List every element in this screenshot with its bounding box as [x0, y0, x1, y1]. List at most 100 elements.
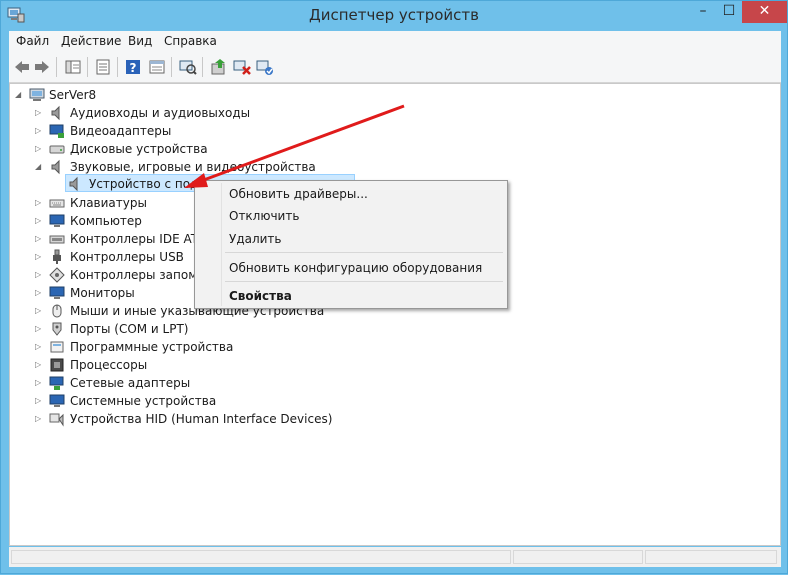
tree-category-label: Клавиатуры — [70, 196, 147, 210]
expand-arrow-icon[interactable]: ▷ — [35, 215, 45, 227]
tree-category-label: Контроллеры запоми — [70, 268, 206, 282]
status-cell — [645, 550, 777, 564]
processor-icon — [50, 358, 64, 372]
tree-category-network-adapters[interactable]: ▷ Сетевые адаптеры — [35, 374, 335, 392]
menu-view[interactable]: Вид — [128, 34, 152, 48]
context-menu: Обновить драйверы... Отключить Удалить О… — [194, 180, 508, 309]
hid-icon — [49, 413, 64, 427]
expand-arrow-icon[interactable]: ▷ — [35, 143, 45, 155]
status-bar — [9, 547, 781, 567]
expand-arrow-icon[interactable]: ▷ — [35, 413, 45, 425]
tree-category-label: Процессоры — [70, 358, 148, 372]
menu-action[interactable]: Действие — [61, 34, 121, 48]
tree-category-label: Аудиовходы и аудиовыходы — [70, 106, 251, 120]
properties-icon[interactable] — [94, 58, 112, 76]
expand-arrow-icon[interactable]: ▷ — [35, 305, 45, 317]
speaker-icon — [51, 105, 60, 121]
expand-arrow-icon[interactable]: ▷ — [35, 251, 45, 263]
tree-category-system-devices[interactable]: ▷ Системные устройства — [35, 392, 335, 410]
toolbar-separator — [117, 57, 118, 77]
back-arrow-icon[interactable] — [13, 58, 31, 76]
expand-arrow-icon[interactable]: ▷ — [35, 341, 45, 353]
expand-arrow-icon[interactable]: ▷ — [35, 359, 45, 371]
menu-file[interactable]: Файл — [16, 34, 49, 48]
toolbar-separator — [56, 57, 57, 77]
expand-arrow-icon[interactable]: ▷ — [35, 377, 45, 389]
tree-category-label: Дисковые устройства — [70, 142, 208, 156]
software-device-icon — [50, 341, 64, 353]
tree-category-hid[interactable]: ▷ Устройства HID (Human Interface Device… — [35, 410, 355, 428]
expand-arrow-icon[interactable]: ▷ — [35, 125, 45, 137]
collapse-arrow-icon[interactable]: ◢ — [15, 89, 25, 101]
maximize-button[interactable]: ☐ — [716, 1, 742, 23]
menu-bar: Файл Действие Вид Справка — [9, 31, 781, 52]
minimize-button[interactable]: – — [690, 1, 716, 23]
context-disable[interactable]: Отключить — [229, 209, 299, 223]
tree-category-label: Системные устройства — [70, 394, 217, 408]
tree-category-label: Мониторы — [70, 286, 135, 300]
svg-text:?: ? — [130, 61, 137, 75]
tree-category-display-adapters[interactable]: ▷ Видеоадаптеры — [35, 122, 335, 140]
network-adapter-icon — [49, 376, 64, 390]
forward-arrow-icon[interactable] — [33, 58, 51, 76]
tree-category-label: Контроллеры USB — [70, 250, 184, 264]
expand-arrow-icon[interactable]: ▷ — [35, 233, 45, 245]
status-cell — [513, 550, 643, 564]
collapse-arrow-icon[interactable]: ◢ — [35, 161, 45, 173]
system-device-icon — [49, 394, 65, 407]
keyboard-icon — [49, 199, 65, 208]
tree-category-ports[interactable]: ▷ Порты (COM и LPT) — [35, 320, 335, 338]
tree-category-disk-drives[interactable]: ▷ Дисковые устройства — [35, 140, 335, 158]
show-hide-console-tree-icon[interactable] — [64, 58, 82, 76]
usb-icon — [53, 249, 61, 264]
speaker-icon — [51, 159, 60, 175]
expand-arrow-icon[interactable]: ▷ — [35, 395, 45, 407]
mouse-icon — [52, 304, 62, 318]
tree-category-label: Программные устройства — [70, 340, 234, 354]
display-adapter-icon — [49, 124, 64, 138]
monitor-icon — [49, 286, 65, 299]
toolbar-separator — [202, 57, 203, 77]
context-separator — [225, 281, 503, 282]
tree-root[interactable]: ◢ SerVer8 — [15, 86, 315, 104]
context-properties[interactable]: Свойства — [229, 289, 292, 303]
title-bar[interactable]: Диспетчер устройств – ☐ ✕ — [1, 1, 787, 31]
tree-category-label: Звуковые, игровые и видеоустройства — [70, 160, 316, 174]
help-icon[interactable]: ? — [124, 58, 142, 76]
tree-category-label: Устройства HID (Human Interface Devices) — [70, 412, 333, 426]
close-button[interactable]: ✕ — [742, 1, 787, 23]
expand-arrow-icon[interactable]: ▷ — [35, 107, 45, 119]
toolbar-separator — [87, 57, 88, 77]
scan-hardware-icon[interactable] — [179, 58, 197, 76]
status-cell — [11, 550, 511, 564]
action-pane-icon[interactable] — [148, 58, 166, 76]
expand-arrow-icon[interactable]: ▷ — [35, 197, 45, 209]
device-manager-window: Диспетчер устройств – ☐ ✕ Файл Действие … — [0, 0, 788, 574]
ide-controller-icon — [49, 235, 65, 244]
tree-category-software-devices[interactable]: ▷ Программные устройства — [35, 338, 335, 356]
computer-icon — [29, 88, 45, 101]
context-scan-hardware[interactable]: Обновить конфигурацию оборудования — [229, 261, 482, 275]
uninstall-device-icon[interactable] — [233, 58, 251, 76]
expand-arrow-icon[interactable]: ▷ — [35, 269, 45, 281]
tree-category-processors[interactable]: ▷ Процессоры — [35, 356, 335, 374]
toolbar: ? — [9, 52, 781, 83]
tree-category-label: Видеоадаптеры — [70, 124, 172, 138]
monitor-icon — [49, 214, 65, 227]
toolbar-separator — [171, 57, 172, 77]
context-update-drivers[interactable]: Обновить драйверы... — [229, 187, 368, 201]
context-menu-gutter — [221, 183, 222, 306]
context-separator — [225, 252, 503, 253]
disk-drive-icon — [49, 145, 65, 154]
tree-category-audio-io[interactable]: ▷ Аудиовходы и аудиовыходы — [35, 104, 335, 122]
storage-controller-icon — [49, 267, 65, 283]
port-icon — [52, 322, 62, 336]
enable-device-icon[interactable] — [256, 58, 274, 76]
context-uninstall[interactable]: Удалить — [229, 232, 282, 246]
tree-category-label: Компьютер — [70, 214, 142, 228]
expand-arrow-icon[interactable]: ▷ — [35, 287, 45, 299]
menu-help[interactable]: Справка — [164, 34, 217, 48]
expand-arrow-icon[interactable]: ▷ — [35, 323, 45, 335]
update-driver-icon[interactable] — [210, 58, 228, 76]
tree-root-label: SerVer8 — [49, 88, 97, 102]
